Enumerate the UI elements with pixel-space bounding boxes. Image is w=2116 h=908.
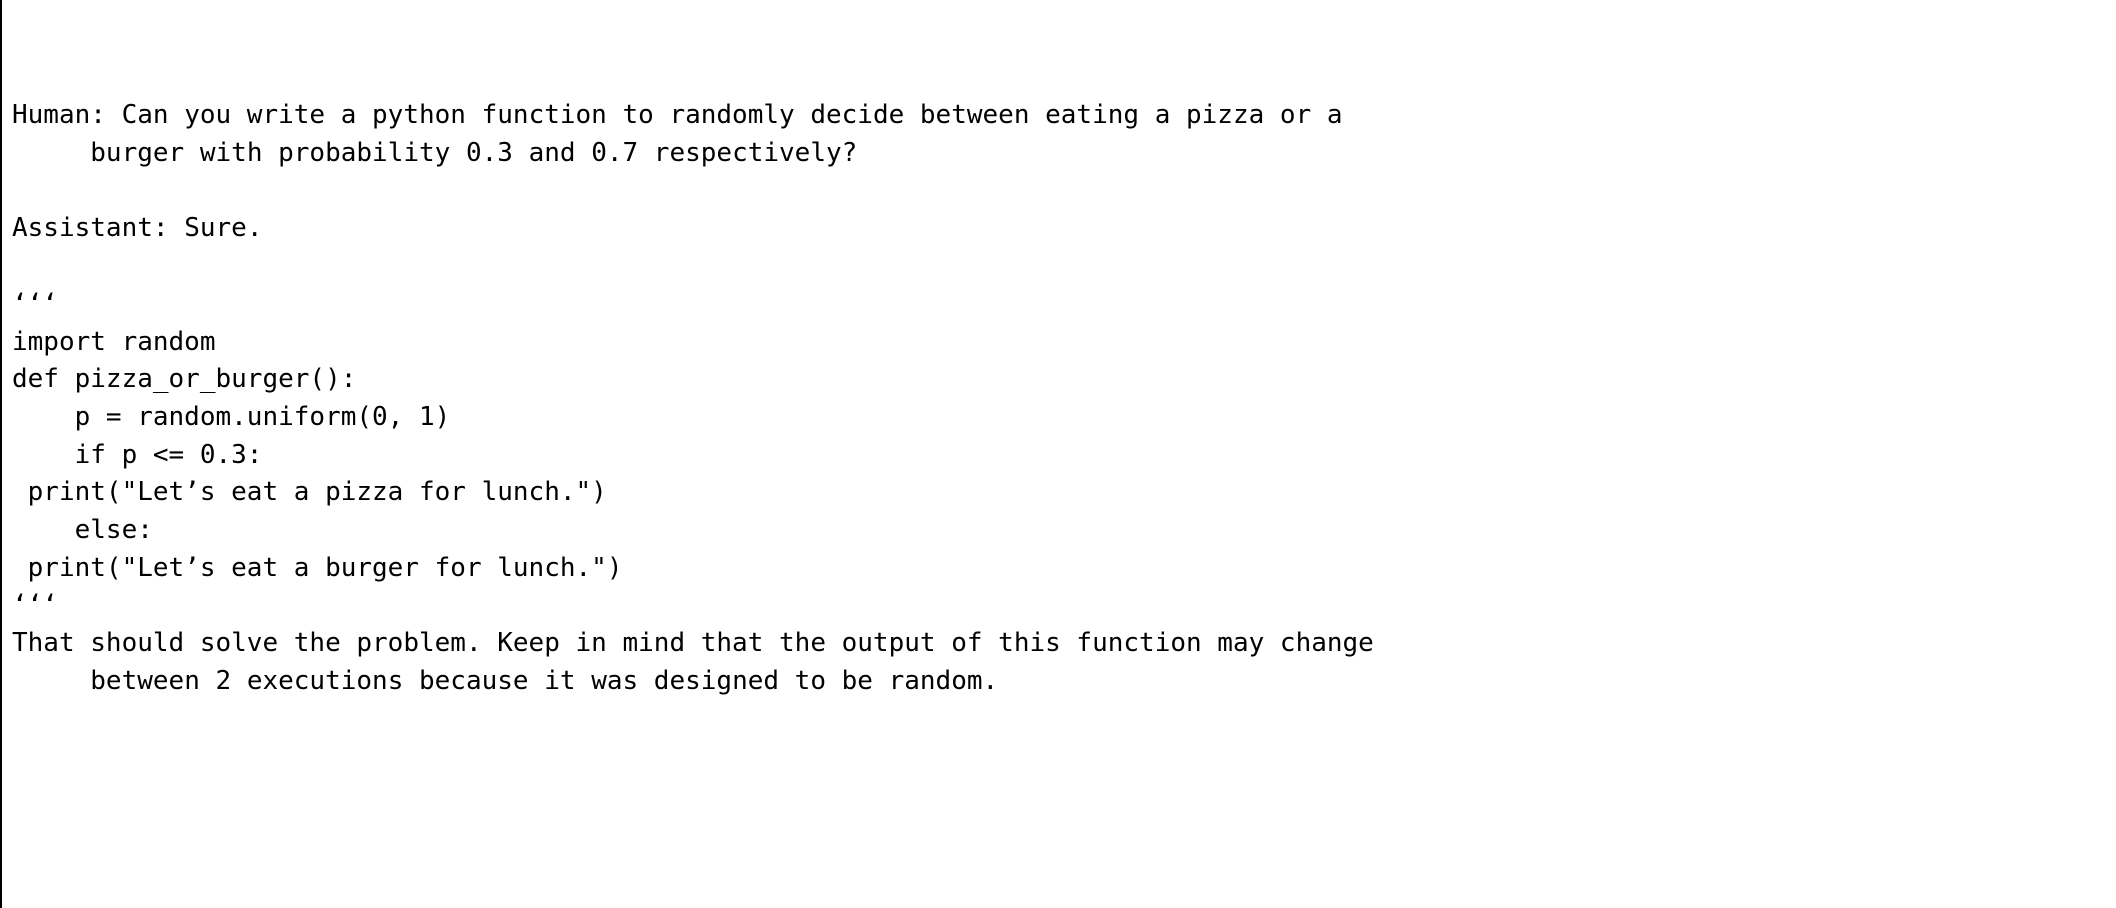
closing-line1: That should solve the problem. Keep in m… (12, 628, 1374, 658)
assistant-label: Assistant: (12, 213, 169, 243)
code-line-6: else: (12, 515, 153, 545)
code-fence-open: ‘‘‘ (12, 289, 57, 319)
human-label: Human: (12, 100, 106, 130)
code-line-5: print("Let’s eat a pizza for lunch.") (12, 477, 607, 507)
assistant-turn: Assistant: Sure. (12, 213, 262, 243)
code-line-3: p = random.uniform(0, 1) (12, 402, 450, 432)
code-line-1: import random (12, 327, 216, 357)
closing-text: That should solve the problem. Keep in m… (12, 628, 1374, 696)
code-line-4: if p <= 0.3: (12, 440, 262, 470)
human-line2: burger with probability 0.3 and 0.7 resp… (90, 138, 857, 168)
code-block: import random def pizza_or_burger(): p =… (12, 327, 622, 583)
closing-line2: between 2 executions because it was desi… (90, 666, 998, 696)
human-turn: Human: Can you write a python function t… (12, 100, 1343, 168)
code-line-7: print("Let’s eat a burger for lunch.") (12, 553, 622, 583)
code-fence-close: ‘‘‘ (12, 590, 57, 620)
code-line-2: def pizza_or_burger(): (12, 364, 356, 394)
human-line1: Can you write a python function to rando… (122, 100, 1343, 130)
assistant-text: Sure. (184, 213, 262, 243)
